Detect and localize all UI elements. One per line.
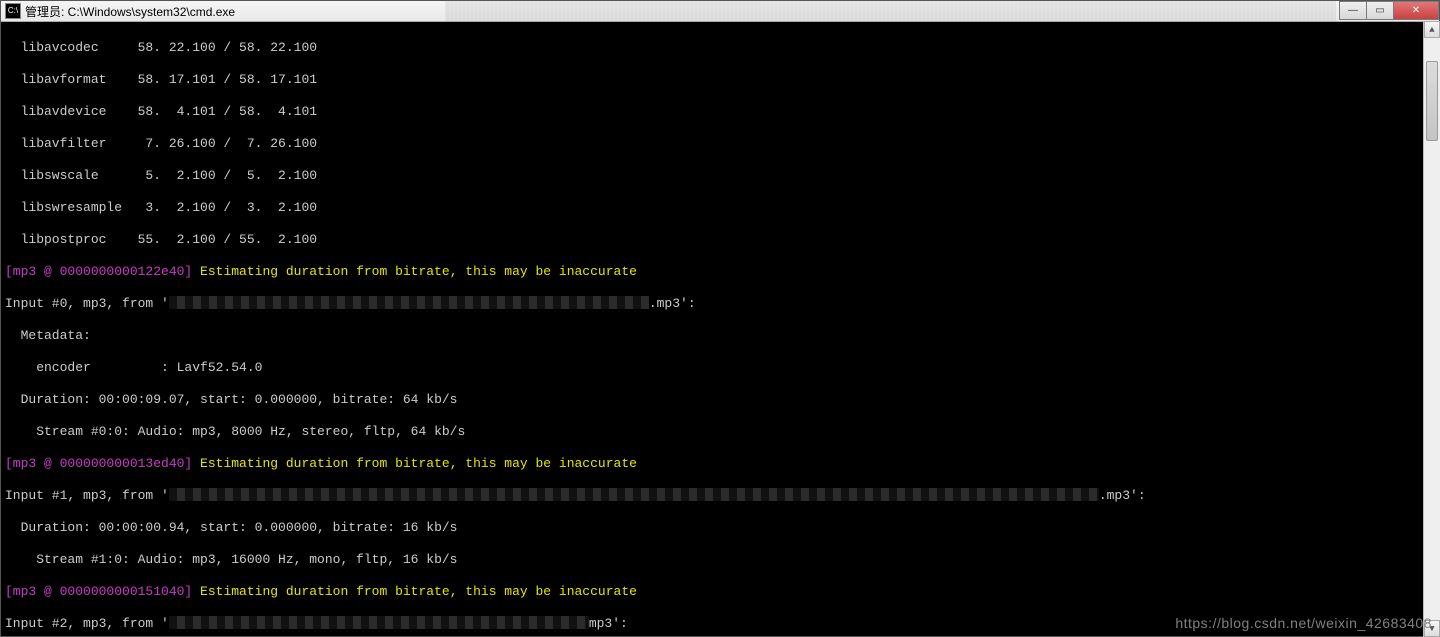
- warn-line: [mp3 @ 0000000000151040] Estimating dura…: [5, 584, 1435, 600]
- warn-tag: [mp3 @ 0000000000151040]: [5, 584, 200, 599]
- titlebar-spacer: [445, 1, 1336, 21]
- maximize-button[interactable]: ▭: [1366, 1, 1394, 20]
- lib-line: libavfilter 7. 26.100 / 7. 26.100: [5, 136, 1435, 152]
- warn-line: [mp3 @ 0000000000122e40] Estimating dura…: [5, 264, 1435, 280]
- warn-msg: Estimating duration from bitrate, this m…: [200, 584, 637, 599]
- minimize-button[interactable]: —: [1339, 1, 1367, 20]
- enc-line: encoder : Lavf52.54.0: [5, 360, 1435, 376]
- lib-line: libswscale 5. 2.100 / 5. 2.100: [5, 168, 1435, 184]
- cmd-icon: C:\: [5, 3, 21, 19]
- warn-msg: Estimating duration from bitrate, this m…: [200, 456, 637, 471]
- dur-line: Duration: 00:00:09.07, start: 0.000000, …: [5, 392, 1435, 408]
- redacted-path: [169, 488, 1099, 501]
- warn-msg: Estimating duration from bitrate, this m…: [200, 264, 637, 279]
- redacted-path: [169, 296, 649, 309]
- warn-tag: [mp3 @ 000000000013ed40]: [5, 456, 200, 471]
- meta-line: Metadata:: [5, 328, 1435, 344]
- scroll-up-button[interactable]: ▲: [1424, 21, 1440, 38]
- scroll-thumb[interactable]: [1426, 61, 1438, 141]
- dur-line: Duration: 00:00:00.94, start: 0.000000, …: [5, 520, 1435, 536]
- scroll-down-button[interactable]: ▼: [1424, 620, 1440, 637]
- input-head: Input #0, mp3, from '.mp3':: [5, 296, 1435, 312]
- window-buttons: — ▭ ✕: [1340, 1, 1439, 21]
- lib-line: libavcodec 58. 22.100 / 58. 22.100: [5, 40, 1435, 56]
- input-head: Input #1, mp3, from '.mp3':: [5, 488, 1435, 504]
- vertical-scrollbar[interactable]: ▲ ▼: [1423, 21, 1440, 637]
- lib-line: libavdevice 58. 4.101 / 58. 4.101: [5, 104, 1435, 120]
- input-head: Input #2, mp3, from 'mp3':: [5, 616, 1435, 632]
- stream-line: Stream #1:0: Audio: mp3, 16000 Hz, mono,…: [5, 552, 1435, 568]
- lib-line: libavformat 58. 17.101 / 58. 17.101: [5, 72, 1435, 88]
- close-button[interactable]: ✕: [1393, 1, 1439, 20]
- terminal-content[interactable]: libavcodec 58. 22.100 / 58. 22.100 libav…: [1, 22, 1439, 636]
- redacted-path: [169, 616, 589, 629]
- warn-line: [mp3 @ 000000000013ed40] Estimating dura…: [5, 456, 1435, 472]
- titlebar[interactable]: C:\ 管理员: C:\Windows\system32\cmd.exe — ▭…: [1, 1, 1439, 22]
- cmd-window: C:\ 管理员: C:\Windows\system32\cmd.exe — ▭…: [0, 0, 1440, 637]
- warn-tag: [mp3 @ 0000000000122e40]: [5, 264, 200, 279]
- lib-line: libpostproc 55. 2.100 / 55. 2.100: [5, 232, 1435, 248]
- lib-line: libswresample 3. 2.100 / 3. 2.100: [5, 200, 1435, 216]
- window-title: 管理员: C:\Windows\system32\cmd.exe: [25, 3, 235, 20]
- stream-line: Stream #0:0: Audio: mp3, 8000 Hz, stereo…: [5, 424, 1435, 440]
